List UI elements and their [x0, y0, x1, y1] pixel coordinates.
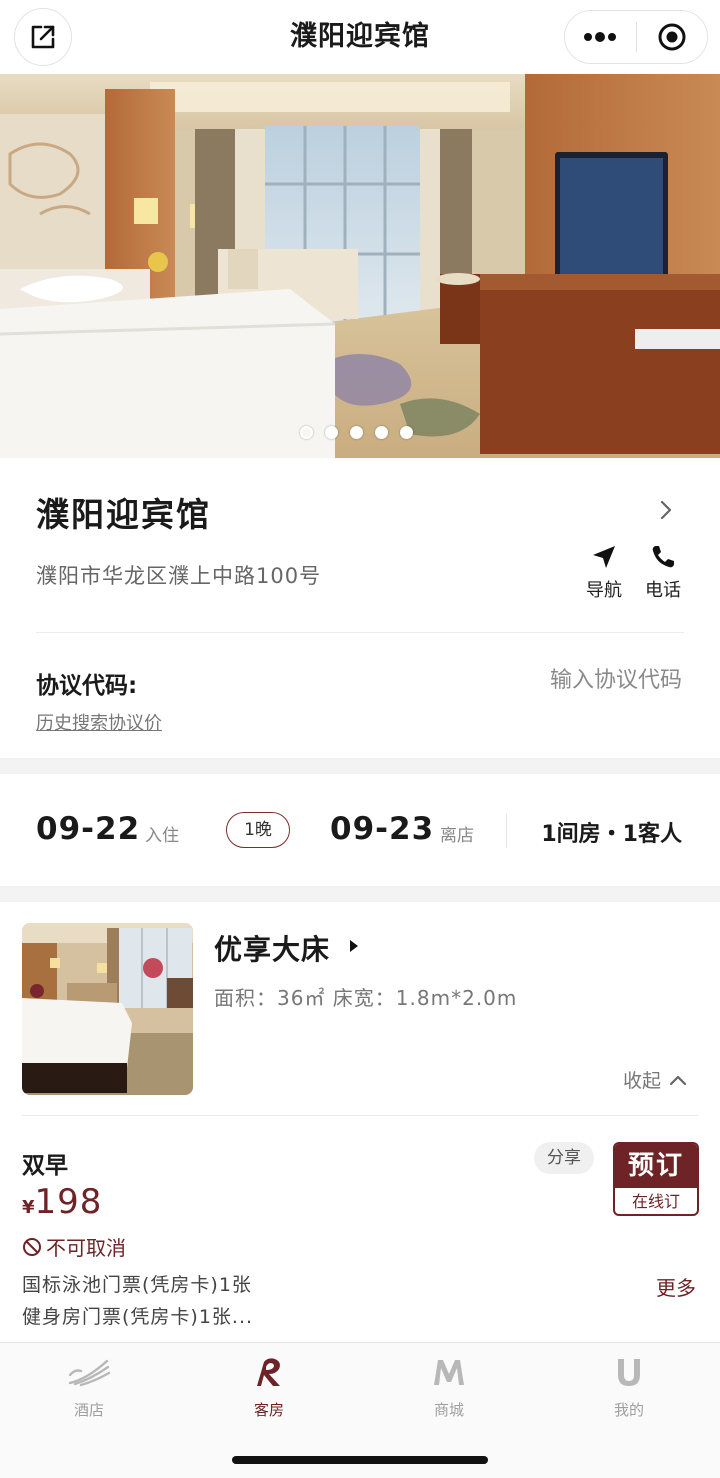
phone-button[interactable]: 电话: [639, 544, 687, 602]
tab-label: 我的: [613, 1401, 644, 1419]
tab-label: 客房: [253, 1401, 284, 1419]
room-thumbnail[interactable]: [22, 923, 193, 1095]
carousel-dot[interactable]: [325, 426, 338, 439]
benefit-item: 国标泳池门票(凭房卡)1张: [22, 1274, 252, 1296]
section-divider: [36, 632, 684, 633]
hotel-name[interactable]: 濮阳迎宾馆: [36, 488, 211, 536]
top-navigation-bar: 濮阳迎宾馆: [0, 0, 720, 74]
protocol-code-label: 协议代码:: [36, 673, 138, 699]
room-guest-selector[interactable]: 1间房・1客人: [541, 816, 682, 848]
navigation-button[interactable]: 导航: [580, 544, 628, 602]
price: ¥198: [22, 1182, 102, 1222]
hotel-address: 濮阳市华龙区濮上中路100号: [36, 564, 322, 588]
chevron-right-icon[interactable]: [655, 498, 677, 522]
phone-label: 电话: [645, 580, 681, 601]
target-circle-icon: [658, 23, 686, 51]
currency-symbol: ¥: [22, 1197, 35, 1218]
hotel-room-photo: [0, 74, 720, 458]
tab-mall[interactable]: 商城: [389, 1355, 509, 1420]
chevron-up-icon: [669, 1075, 687, 1085]
tab-mine[interactable]: 我的: [569, 1355, 689, 1420]
u-logo-icon: [618, 1359, 640, 1386]
more-button[interactable]: [565, 11, 636, 63]
rate-plan-name: 双早: [22, 1153, 68, 1179]
carousel-indicator: [300, 426, 413, 439]
cancel-policy-text: 不可取消: [46, 1236, 126, 1260]
room-divider: [22, 1115, 698, 1116]
triangle-right-icon[interactable]: [349, 939, 359, 953]
room-photo: [22, 923, 193, 1095]
navigation-label: 导航: [586, 580, 622, 601]
r-logo-icon: [257, 1358, 280, 1386]
cancel-policy: 不可取消: [22, 1232, 126, 1261]
checkout-date[interactable]: 09-23: [330, 811, 434, 847]
checkout-label: 离店: [440, 826, 474, 846]
no-entry-icon: [23, 1237, 41, 1256]
room-name[interactable]: 优享大床: [214, 928, 330, 968]
carousel-dot[interactable]: [300, 426, 313, 439]
wing-logo-icon: [68, 1359, 111, 1387]
more-dots-icon: [584, 32, 617, 42]
stay-date-selector[interactable]: 09-22 入住 1晚 09-23 离店 1间房・1客人: [0, 774, 720, 886]
date-divider: [506, 814, 507, 848]
room-card: 优享大床 面积：36㎡ 床宽：1.8m*2.0m 收起 双早 分享 预订 在线订…: [0, 902, 720, 1342]
book-label: 预订: [615, 1144, 697, 1188]
m-logo-icon: [434, 1360, 464, 1385]
hotel-info-card: 濮阳迎宾馆 濮阳市华龙区濮上中路100号 导航 电话 协议代码: 历史搜索协议价: [0, 458, 720, 758]
carousel-dot[interactable]: [400, 426, 413, 439]
home-indicator: [232, 1456, 488, 1464]
tab-label: 商城: [433, 1401, 464, 1419]
tab-hotel[interactable]: 酒店: [29, 1355, 149, 1420]
nights-badge: 1晚: [226, 812, 290, 848]
navigation-arrow-icon: [593, 546, 615, 568]
room-spec: 面积：36㎡ 床宽：1.8m*2.0m: [214, 986, 518, 1010]
share-tag-button[interactable]: 分享: [534, 1142, 594, 1174]
phone-icon: [652, 546, 674, 568]
more-benefits-link[interactable]: 更多: [656, 1272, 696, 1301]
benefit-item: 健身房门票(凭房卡)1张...: [22, 1306, 254, 1328]
share-button[interactable]: [14, 8, 72, 66]
carousel-dot[interactable]: [375, 426, 388, 439]
checkin-date[interactable]: 09-22: [36, 811, 140, 847]
protocol-code-input[interactable]: [462, 668, 682, 693]
tab-label: 酒店: [73, 1401, 104, 1419]
hotel-photo-carousel[interactable]: [0, 74, 720, 458]
book-button[interactable]: 预订 在线订: [613, 1142, 699, 1216]
protocol-history-link[interactable]: 历史搜索协议价: [36, 709, 162, 735]
carousel-dot[interactable]: [350, 426, 363, 439]
close-button[interactable]: [637, 11, 708, 63]
mini-program-capsule: [564, 10, 708, 64]
tab-rooms[interactable]: 客房: [209, 1355, 329, 1420]
external-link-icon: [31, 25, 55, 49]
price-value: 198: [34, 1182, 103, 1222]
collapse-label: 收起: [623, 1070, 662, 1092]
book-sublabel: 在线订: [631, 1192, 680, 1211]
collapse-toggle[interactable]: 收起: [623, 1066, 687, 1093]
checkin-label: 入住: [145, 826, 179, 846]
